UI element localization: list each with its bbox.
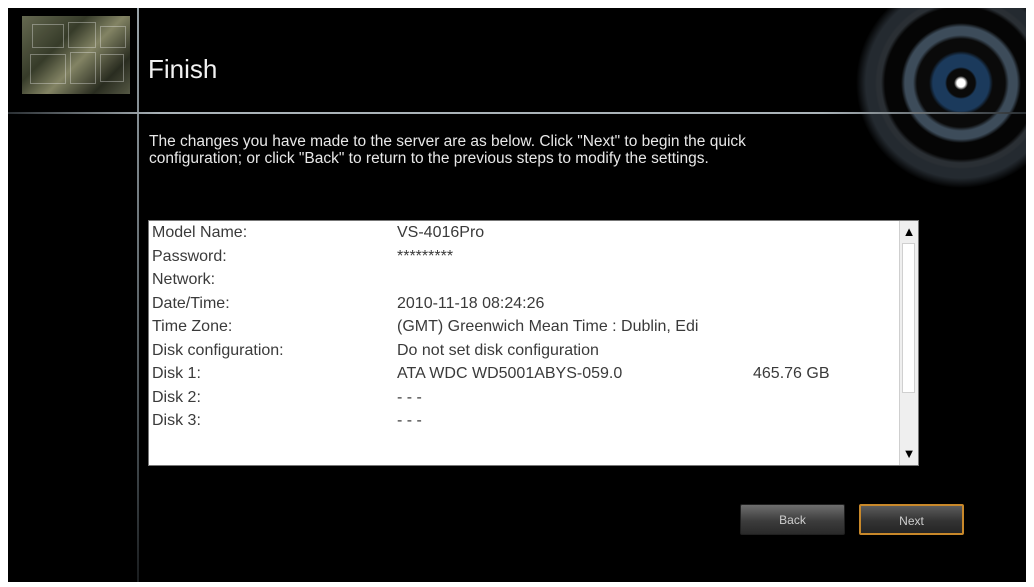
summary-row: Model Name: VS-4016Pro xyxy=(149,221,900,245)
scroll-up-icon[interactable]: ▲ xyxy=(900,221,918,243)
instructions-text: The changes you have made to the server … xyxy=(149,133,909,167)
summary-row-value: 2010-11-18 08:24:26 xyxy=(397,294,545,312)
summary-row-label: Disk 2: xyxy=(152,388,201,406)
summary-row-value: - - - xyxy=(397,388,422,406)
summary-row-label: Date/Time: xyxy=(152,294,230,312)
page-title: Finish xyxy=(148,54,218,84)
instructions-line-1: The changes you have made to the server … xyxy=(149,133,746,150)
summary-row-label: Disk 1: xyxy=(152,365,201,382)
summary-list[interactable]: Model Name: VS-4016Pro Password: ********* N… xyxy=(148,220,919,466)
summary-row-label: Network: xyxy=(152,271,216,288)
summary-row-label: Disk 3: xyxy=(152,412,201,429)
summary-row-label: Disk configuration: xyxy=(152,341,284,359)
summary-row-size: 465.76 GB xyxy=(753,365,830,382)
setup-wizard-screen: Finish The changes you have made to the … xyxy=(8,8,1026,582)
summary-row: Date/Time: 2010-11-18 08:24:26 xyxy=(149,292,900,316)
summary-row: Disk configuration: Do not set disk confi… xyxy=(149,339,900,363)
scroll-down-icon[interactable]: ▼ xyxy=(900,443,918,465)
summary-row: Disk 3: - - - xyxy=(149,409,900,433)
scrollbar-thumb[interactable] xyxy=(902,243,915,393)
summary-row-value: (GMT) Greenwich Mean Time : Dublin, Edi xyxy=(397,318,699,335)
summary-row-value: ATA WDC WD5001ABYS-059.0 xyxy=(397,365,623,382)
next-button[interactable]: Next xyxy=(859,504,964,535)
instructions-line-2: configuration; or click "Back" to return… xyxy=(149,150,709,167)
summary-row-value: - - - xyxy=(397,412,422,429)
summary-row: Disk 2: - - - xyxy=(149,386,900,410)
summary-row-value: ********* xyxy=(397,247,454,265)
summary-row-value: VS-4016Pro xyxy=(397,224,485,241)
summary-row-label: Password: xyxy=(152,247,227,265)
surveillance-thumbnail-icon xyxy=(22,16,130,94)
summary-row-label: Time Zone: xyxy=(152,318,233,335)
summary-row: Disk 1: ATA WDC WD5001ABYS-059.0 465.76 GB xyxy=(149,362,900,386)
summary-scrollbar[interactable]: ▲ ▼ xyxy=(899,221,918,465)
summary-row: Password: ********* xyxy=(149,245,900,269)
summary-row: Time Zone: (GMT) Greenwich Mean Time : Du… xyxy=(149,315,900,339)
summary-row-value: Do not set disk configuration xyxy=(397,341,599,359)
divider-horizontal xyxy=(8,112,1026,114)
summary-row: Network: xyxy=(149,268,900,292)
summary-row-label: Model Name: xyxy=(152,224,248,241)
divider-vertical xyxy=(137,8,139,582)
back-button[interactable]: Back xyxy=(740,504,845,535)
summary-rows: Model Name: VS-4016Pro Password: ********* N… xyxy=(149,221,900,433)
